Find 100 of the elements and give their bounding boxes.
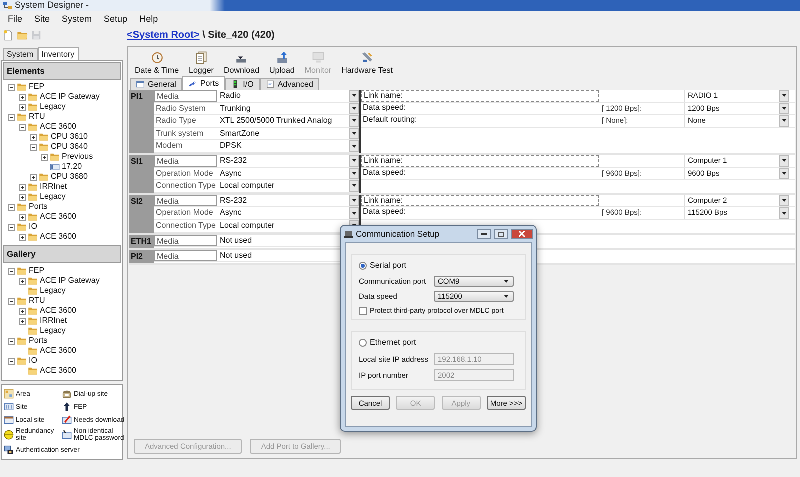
expander-toggle[interactable] <box>30 174 37 180</box>
dropdown-button[interactable] <box>349 180 359 192</box>
expander-toggle[interactable] <box>19 94 26 100</box>
page-icon[interactable] <box>3 30 14 40</box>
expander-toggle[interactable] <box>19 104 26 110</box>
link-name-field[interactable]: Link name: <box>361 154 599 167</box>
tree-item[interactable]: IRRInet <box>40 182 68 192</box>
dropdown-button[interactable] <box>349 194 359 206</box>
expander-toggle[interactable] <box>19 184 26 190</box>
expander-toggle[interactable] <box>19 318 26 324</box>
link-name-field[interactable]: Link name: <box>361 90 599 102</box>
close-button[interactable] <box>511 229 533 239</box>
field-value[interactable]: Async <box>217 168 349 180</box>
tree-item[interactable]: CPU 3640 <box>51 142 88 152</box>
tree-item[interactable]: Legacy <box>40 286 66 296</box>
link-name-field[interactable]: Link name: <box>361 194 599 206</box>
dropdown-button[interactable] <box>779 154 789 167</box>
radio-button[interactable] <box>359 262 367 270</box>
menu-item[interactable]: Help <box>134 14 164 24</box>
toolbar-button[interactable]: Hardware Test <box>338 51 397 76</box>
field-value[interactable]: Trunking <box>217 102 349 114</box>
menu-item[interactable]: System <box>56 14 98 24</box>
tree-item[interactable]: Ports <box>29 336 48 346</box>
expander-toggle[interactable] <box>8 84 15 90</box>
dropdown-button[interactable] <box>779 102 789 114</box>
tab[interactable]: General <box>130 78 182 90</box>
dropdown-button[interactable] <box>779 194 789 206</box>
dropdown-button[interactable] <box>349 207 359 219</box>
dropdown-button[interactable] <box>349 90 359 102</box>
expander-toggle[interactable] <box>8 358 15 364</box>
menu-item[interactable]: Setup <box>98 14 134 24</box>
expander-toggle[interactable] <box>41 154 48 160</box>
tree-item[interactable]: RTU <box>29 296 46 306</box>
dropdown-button[interactable] <box>349 168 359 180</box>
tree-item[interactable]: IO <box>29 356 38 366</box>
tree-item[interactable]: CPU 3610 <box>51 132 88 142</box>
dropdown-button[interactable] <box>779 115 789 127</box>
toolbar-button[interactable]: Logger <box>185 51 218 76</box>
tree-item[interactable]: FEP <box>29 82 45 92</box>
field-value[interactable]: Radio <box>217 90 349 102</box>
tree-item[interactable]: ACE 3600 <box>40 306 76 316</box>
toolbar-button[interactable]: Date & Time <box>131 51 184 76</box>
tree-item[interactable]: IO <box>29 222 38 232</box>
menu-item[interactable]: Site <box>28 14 56 24</box>
dropdown-button[interactable] <box>779 90 789 102</box>
tree-item[interactable]: ACE 3600 <box>40 366 76 376</box>
expander-toggle[interactable] <box>19 308 26 314</box>
dropdown-button[interactable] <box>779 168 789 180</box>
field-value[interactable]: DPSK <box>217 140 349 152</box>
expander-toggle[interactable] <box>8 268 15 274</box>
expander-toggle[interactable] <box>8 298 15 304</box>
dropdown-button[interactable] <box>779 207 789 219</box>
expander-toggle[interactable] <box>19 124 26 130</box>
tree-item[interactable]: ACE IP Gateway <box>40 276 100 286</box>
tree-item[interactable]: RTU <box>29 112 46 122</box>
tree-item[interactable]: Legacy <box>40 192 66 202</box>
tree-item[interactable]: ACE IP Gateway <box>40 92 100 102</box>
expander-toggle[interactable] <box>30 134 37 140</box>
tree-item[interactable]: Legacy <box>40 326 66 336</box>
tree-item[interactable]: ACE 3600 <box>40 122 76 132</box>
tree-item[interactable]: ACE 3600 <box>40 232 76 242</box>
dropdown-button[interactable] <box>349 115 359 127</box>
expander-toggle[interactable] <box>19 214 26 220</box>
expander-toggle[interactable] <box>19 278 26 284</box>
tree-item[interactable]: IRRInet <box>40 316 68 326</box>
field-value[interactable]: RS-232 <box>217 194 349 206</box>
field-value[interactable]: Async <box>217 207 349 219</box>
dropdown-button[interactable] <box>349 154 359 167</box>
breadcrumb-link[interactable]: <System Root> <box>127 30 200 40</box>
tree-item[interactable]: ACE 3600 <box>40 212 76 222</box>
tree-item[interactable]: CPU 3680 <box>51 172 88 182</box>
dropdown-button[interactable] <box>349 102 359 114</box>
expander-toggle[interactable] <box>19 234 26 240</box>
field-value[interactable]: SmartZone <box>217 128 349 140</box>
toolbar-button[interactable]: Download <box>220 51 264 76</box>
maximize-button[interactable] <box>494 229 508 239</box>
checkbox[interactable] <box>359 307 367 315</box>
expander-toggle[interactable] <box>8 114 15 120</box>
tree-item[interactable]: FEP <box>29 266 45 276</box>
tree-item[interactable]: Ports <box>29 202 48 212</box>
tab[interactable]: I/O <box>225 78 260 90</box>
tab[interactable]: Advanced <box>260 78 320 90</box>
expander-toggle[interactable] <box>19 194 26 200</box>
tab[interactable]: System <box>3 48 38 60</box>
minimize-button[interactable] <box>477 229 491 239</box>
field-value[interactable]: Local computer <box>217 180 349 192</box>
tree-item[interactable]: Legacy <box>40 102 66 112</box>
dropdown-button[interactable] <box>349 140 359 152</box>
expander-toggle[interactable] <box>30 144 37 150</box>
field-value[interactable]: XTL 2500/5000 Trunked Analog <box>217 115 349 127</box>
field-value[interactable]: RS-232 <box>217 154 349 167</box>
tree-item[interactable]: ACE 3600 <box>40 346 76 356</box>
expander-toggle[interactable] <box>8 338 15 344</box>
tree-item[interactable]: Previous <box>62 152 94 162</box>
expander-toggle[interactable] <box>8 204 15 210</box>
tree-item[interactable]: 17.20 <box>62 162 82 172</box>
toolbar-button[interactable]: Upload <box>266 51 299 76</box>
tab[interactable]: Ports <box>182 76 226 90</box>
expander-toggle[interactable] <box>8 224 15 230</box>
dropdown-button[interactable] <box>349 128 359 140</box>
